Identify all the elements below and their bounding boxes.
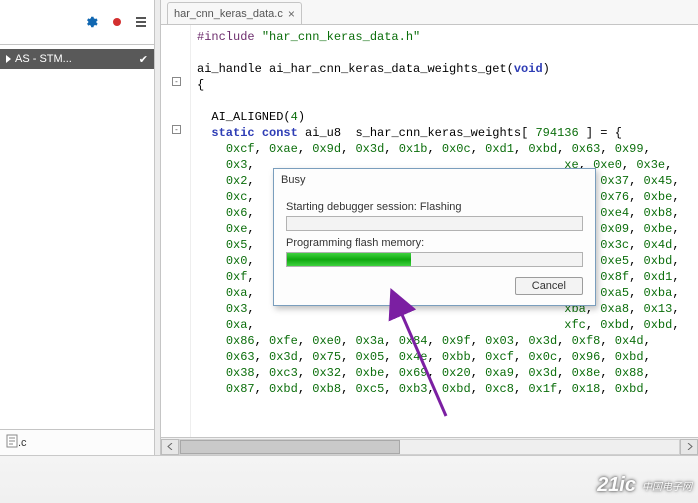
watermark: 21ic 中国电子网 — [597, 474, 692, 497]
progress-bar-2 — [286, 252, 583, 267]
close-icon[interactable]: × — [288, 7, 295, 21]
busy-dialog: Busy Starting debugger session: Flashing… — [273, 168, 596, 306]
sidebar: AS - STM... ✔ .c — [0, 0, 155, 455]
sidebar-item-label: AS - STM... — [15, 53, 72, 65]
record-icon[interactable] — [112, 17, 122, 27]
sidebar-item-project[interactable]: AS - STM... ✔ — [0, 49, 154, 69]
watermark-logo: 21ic — [597, 474, 636, 497]
gear-icon[interactable] — [84, 15, 98, 29]
sidebar-bottom: .c — [0, 429, 154, 455]
status-area — [0, 455, 698, 503]
tab-label: har_cnn_keras_data.c — [174, 8, 283, 20]
sidebar-toolbar — [0, 0, 154, 45]
progress-bar-1 — [286, 216, 583, 231]
menu-icon[interactable] — [136, 17, 146, 27]
scroll-track[interactable] — [179, 439, 680, 455]
dialog-message-2: Programming flash memory: — [286, 237, 583, 249]
dialog-message-1: Starting debugger session: Flashing — [286, 201, 583, 213]
scroll-left-icon[interactable] — [161, 439, 179, 455]
fold-toggle[interactable]: - — [172, 77, 181, 86]
scroll-thumb[interactable] — [180, 440, 400, 454]
scroll-right-icon[interactable] — [680, 439, 698, 455]
fold-toggle[interactable]: - — [172, 125, 181, 134]
sidebar-tree: AS - STM... ✔ — [0, 45, 154, 429]
check-icon: ✔ — [139, 53, 148, 66]
sidebar-bottom-label: .c — [18, 437, 27, 449]
dialog-title: Busy — [274, 169, 595, 191]
watermark-cn: 中国电子网 — [642, 478, 692, 493]
fold-gutter: - - — [161, 25, 191, 437]
editor-tab-bar: har_cnn_keras_data.c × — [161, 0, 698, 25]
horizontal-scrollbar[interactable] — [161, 437, 698, 455]
editor-tab[interactable]: har_cnn_keras_data.c × — [167, 2, 302, 24]
caret-right-icon — [6, 55, 11, 63]
cancel-button[interactable]: Cancel — [515, 277, 583, 295]
file-icon — [6, 434, 18, 451]
